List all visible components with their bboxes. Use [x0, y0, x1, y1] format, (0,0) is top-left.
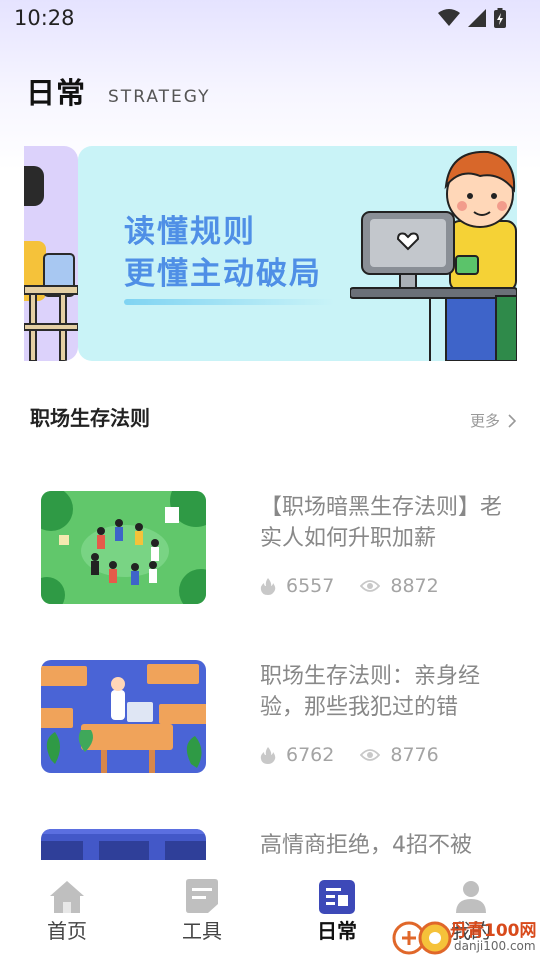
flame-icon [260, 747, 276, 764]
banner-slide-previous[interactable] [24, 146, 78, 361]
nav-tools[interactable]: 工具 [152, 878, 252, 944]
banner-worker-illustration [350, 150, 517, 361]
page-title: 日常 [26, 76, 87, 110]
likes-stat: 6762 [260, 744, 334, 766]
eye-icon [360, 580, 381, 592]
signal-icon [468, 9, 486, 27]
banner-slide-current[interactable]: 读懂规则 更懂主动破局 [78, 146, 517, 361]
banner-carousel[interactable]: 读懂规则 更懂主动破局 [24, 146, 517, 361]
watermark-text: 丹青100网 [450, 921, 537, 941]
nav-daily-label: 日常 [317, 919, 357, 943]
more-link[interactable]: 更多 [470, 410, 516, 431]
article-title: 职场生存法则：亲身经验，那些我犯过的错 [260, 664, 481, 720]
tools-icon [186, 879, 218, 913]
views-count: 8872 [390, 575, 439, 597]
article-stats: 6762 8776 [260, 744, 439, 766]
battery-icon [494, 8, 506, 28]
views-stat: 8872 [360, 575, 439, 597]
office-windows-illustration [41, 829, 206, 860]
section-title: 职场生存法则 [30, 406, 150, 430]
banner-heading-line1: 读懂规则 [124, 214, 256, 250]
nav-tools-label: 工具 [182, 919, 222, 943]
views-stat: 8776 [360, 744, 439, 766]
page-subtitle: STRATEGY [108, 87, 211, 107]
article-title: 【职场暗黑生存法则】老实人如何升职加薪 [260, 495, 503, 551]
eye-icon [360, 749, 381, 761]
more-label: 更多 [469, 412, 500, 430]
office-desk-illustration [41, 660, 206, 773]
list-item[interactable]: 【职场暗黑生存法则】老实人如何升职加薪 6557 8872 [41, 470, 502, 604]
banner-prev-illustration [24, 166, 78, 361]
article-thumbnail [41, 660, 206, 773]
status-time: 10:28 [14, 6, 75, 30]
likes-count: 6762 [286, 744, 335, 766]
people-park-illustration [41, 491, 206, 604]
section-header: 职场生存法则 更多 [30, 400, 516, 432]
flame-icon [260, 578, 276, 595]
chevron-right-icon [508, 413, 516, 428]
article-thumbnail [41, 491, 206, 604]
article-title: 高情商拒绝，4招不被 [260, 833, 472, 858]
likes-count: 6557 [286, 575, 335, 597]
page-header: 日常 STRATEGY [26, 72, 210, 112]
wifi-icon [438, 9, 460, 26]
home-icon [50, 881, 84, 913]
banner-underline [124, 299, 334, 305]
list-item[interactable]: 职场生存法则：亲身经验，那些我犯过的错 6762 8776 [41, 639, 501, 773]
status-icons [438, 8, 506, 28]
nav-daily[interactable]: 日常 [287, 878, 387, 944]
likes-stat: 6557 [260, 575, 334, 597]
watermark: 丹青100网 danji100.com [392, 912, 540, 960]
nav-home[interactable]: 首页 [17, 878, 117, 944]
nav-home-label: 首页 [47, 919, 87, 943]
status-bar: 10:28 [0, 0, 540, 40]
article-thumbnail [41, 829, 206, 860]
article-list[interactable]: 【职场暗黑生存法则】老实人如何升职加薪 6557 8872 职场生存法则：亲身经… [0, 470, 540, 860]
banner-heading-line2: 更懂主动破局 [124, 256, 322, 292]
article-stats: 6557 8872 [260, 575, 439, 597]
list-item[interactable]: 高情商拒绝，4招不被 [41, 808, 501, 860]
profile-icon [456, 881, 486, 913]
watermark-url: danji100.com [454, 939, 536, 953]
watermark-logo-icon [392, 921, 452, 955]
views-count: 8776 [390, 744, 439, 766]
daily-icon [319, 880, 355, 914]
